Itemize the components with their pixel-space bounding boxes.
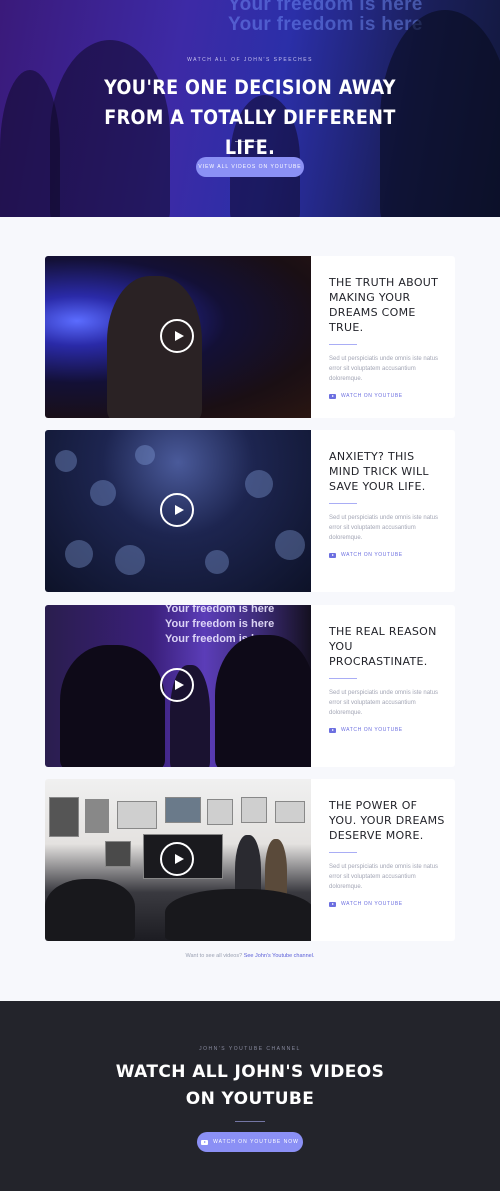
hero-title: You're one decision away from a totally … <box>104 76 396 159</box>
video-card-body: The power of you. Your dreams deserve mo… <box>329 798 445 907</box>
audience-silhouette <box>45 879 135 941</box>
watch-on-youtube-link[interactable]: Watch on YouTube <box>329 901 445 907</box>
watch-on-youtube-link[interactable]: Watch on YouTube <box>329 727 445 733</box>
audience-silhouette <box>60 645 165 767</box>
crowd-head <box>90 480 116 506</box>
play-icon[interactable] <box>160 493 194 527</box>
see-all-videos-text: Want to see all videos? See John's Youtu… <box>0 953 500 959</box>
video-card: The power of you. Your dreams deserve mo… <box>45 779 455 941</box>
watch-on-youtube-now-button[interactable]: Watch on YouTube now <box>197 1132 303 1152</box>
crowd-head <box>135 445 155 465</box>
video-card: Your freedom is here Your freedom is her… <box>45 605 455 767</box>
youtube-icon <box>329 552 336 558</box>
play-icon[interactable] <box>160 668 194 702</box>
see-all-prefix: Want to see all videos? <box>185 953 243 959</box>
watch-on-youtube-label: Watch on YouTube <box>341 901 403 907</box>
watch-on-youtube-label: Watch on YouTube <box>341 552 403 558</box>
view-all-videos-label: View all videos on YouTube <box>198 164 302 170</box>
cta-title: Watch all John's videos on YouTube <box>115 1062 385 1109</box>
crowd-head <box>65 540 93 568</box>
youtube-icon <box>329 727 336 733</box>
video-title: The truth about making your dreams come … <box>329 276 439 334</box>
crowd-head <box>275 530 305 560</box>
audience-silhouette <box>165 889 311 941</box>
video-thumbnail[interactable] <box>45 256 311 418</box>
video-title: The power of you. Your dreams deserve mo… <box>329 799 445 842</box>
video-title: Anxiety? This mind trick will save your … <box>329 450 429 493</box>
view-all-videos-button[interactable]: View all videos on YouTube <box>196 157 304 177</box>
youtube-channel-link[interactable]: See John's Youtube channel. <box>244 953 315 959</box>
video-divider <box>329 852 357 853</box>
video-thumbnail[interactable]: Your freedom is here Your freedom is her… <box>45 605 311 767</box>
cta-divider <box>235 1121 265 1122</box>
video-thumbnail[interactable] <box>45 430 311 592</box>
crowd-head <box>115 545 145 575</box>
watch-on-youtube-now-label: Watch on YouTube now <box>213 1139 299 1145</box>
youtube-icon <box>329 393 336 399</box>
video-title: The real reason you procrastinate. <box>329 625 437 668</box>
watch-on-youtube-label: Watch on YouTube <box>341 393 403 399</box>
crowd-head <box>245 470 273 498</box>
hero-divider <box>235 141 265 142</box>
wall-frame <box>207 799 233 825</box>
crowd-head <box>205 550 229 574</box>
wall-frame <box>105 841 131 867</box>
cta-eyebrow: John's YouTube channel <box>199 1046 301 1052</box>
video-card: Anxiety? This mind trick will save your … <box>45 430 455 592</box>
video-description: Sed ut perspiciatis unde omnis iste natu… <box>329 864 439 890</box>
youtube-icon <box>329 901 336 907</box>
video-divider <box>329 344 357 345</box>
audience-silhouette <box>215 635 311 767</box>
wall-frame <box>275 801 305 823</box>
video-card-body: Anxiety? This mind trick will save your … <box>329 449 445 558</box>
hero-section: Your freedom is here Your freedom is her… <box>0 0 500 217</box>
wall-frame <box>49 797 79 837</box>
wall-frame <box>117 801 157 829</box>
video-card-body: The truth about making your dreams come … <box>329 275 445 399</box>
video-description: Sed ut perspiciatis unde omnis iste natu… <box>329 690 439 716</box>
hero-eyebrow: Watch all of John's speeches <box>187 57 313 63</box>
play-icon[interactable] <box>160 319 194 353</box>
video-divider <box>329 678 357 679</box>
watch-on-youtube-link[interactable]: Watch on YouTube <box>329 552 445 558</box>
wall-frame <box>165 797 201 823</box>
video-card: The truth about making your dreams come … <box>45 256 455 418</box>
play-icon[interactable] <box>160 842 194 876</box>
watch-on-youtube-label: Watch on YouTube <box>341 727 403 733</box>
wall-frame <box>241 797 267 823</box>
hero-watermark-text: Your freedom is here <box>228 14 423 35</box>
video-description: Sed ut perspiciatis unde omnis iste natu… <box>329 515 439 541</box>
video-card-body: The real reason you procrastinate. Sed u… <box>329 624 445 733</box>
thumbnail-text: Your freedom is here <box>165 618 275 630</box>
video-thumbnail[interactable] <box>45 779 311 941</box>
wall-frame <box>85 799 109 833</box>
crowd-head <box>55 450 77 472</box>
youtube-cta-section: John's YouTube channel Watch all John's … <box>0 1001 500 1191</box>
video-description: Sed ut perspiciatis unde omnis iste natu… <box>329 356 439 382</box>
hero-silhouette <box>0 70 60 217</box>
watch-on-youtube-link[interactable]: Watch on YouTube <box>329 393 445 399</box>
video-divider <box>329 503 357 504</box>
thumbnail-text: Your freedom is here <box>165 605 275 615</box>
youtube-icon <box>201 1139 209 1145</box>
